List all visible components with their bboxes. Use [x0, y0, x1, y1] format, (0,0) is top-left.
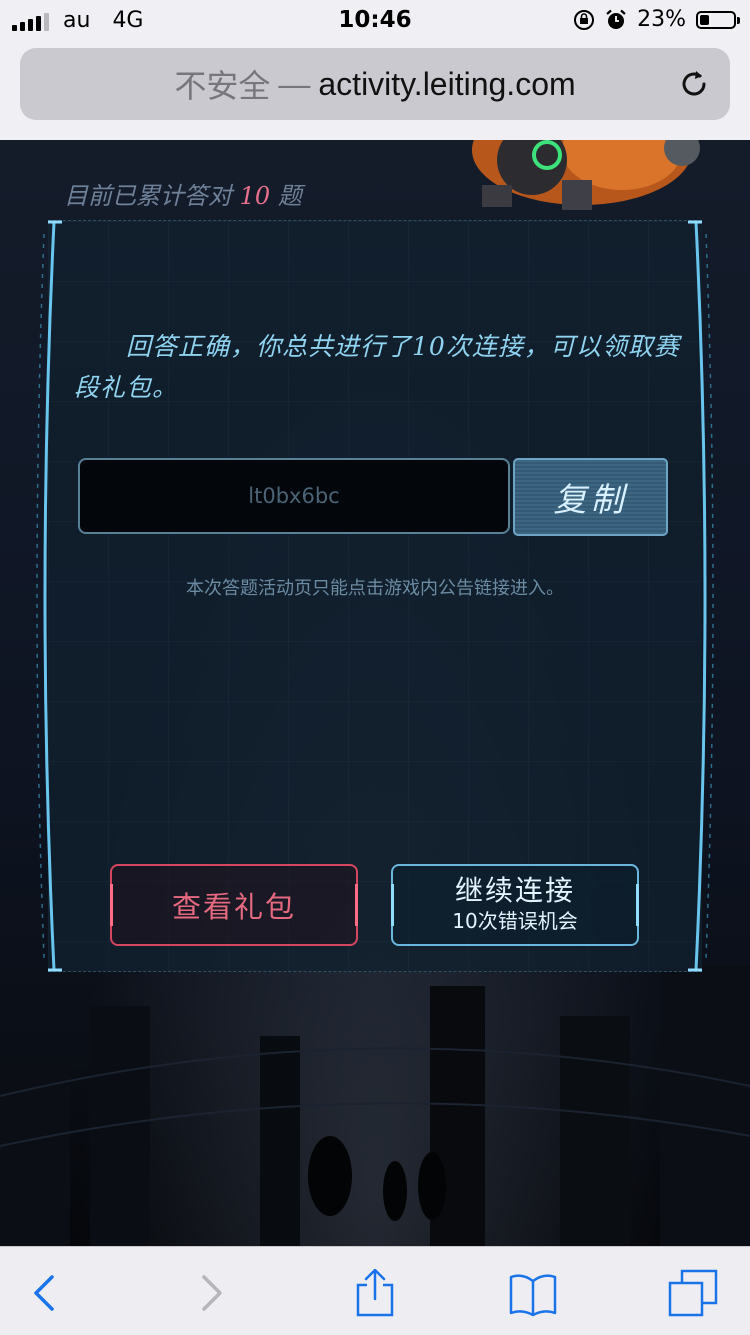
battery-percent: 23%: [637, 7, 686, 32]
counter-prefix: 目前已累计答对: [64, 182, 232, 210]
forward-icon[interactable]: [186, 1269, 236, 1317]
continue-label: 继续连接: [454, 874, 575, 907]
copy-button[interactable]: 复制: [513, 458, 668, 536]
orientation-lock-icon: [574, 9, 595, 30]
continue-connect-button[interactable]: 继续连接 10次错误机会: [391, 864, 639, 946]
correct-answer-counter: 目前已累计答对 10 题: [64, 176, 302, 211]
status-bar: au 4G 10:46 23%: [0, 0, 750, 40]
access-notice: 本次答题活动页只能点击游戏内公告链接进入。: [186, 578, 564, 599]
insecure-label: 不安全: [174, 68, 271, 104]
browser-toolbar: [0, 1246, 750, 1335]
counter-suffix: 题: [277, 182, 302, 210]
back-icon[interactable]: [20, 1269, 70, 1317]
browser-chrome: 不安全 — activity.leiting.com: [0, 40, 750, 140]
bookmarks-icon[interactable]: [508, 1269, 558, 1317]
address-bar[interactable]: 不安全 — activity.leiting.com: [20, 48, 730, 120]
robot-illustration: [472, 140, 700, 210]
gift-code-field[interactable]: lt0bx6bc: [78, 458, 510, 534]
battery-icon: [696, 10, 740, 29]
reload-icon[interactable]: [676, 66, 712, 102]
city-background-illustration: [0, 966, 750, 1246]
share-icon[interactable]: [350, 1269, 400, 1317]
web-content: 目前已累计答对 10 题 回答正确，你总共进行了10次连接，可以领取赛段礼包。 …: [0, 140, 750, 1246]
alarm-icon: [606, 9, 626, 29]
result-message: 回答正确，你总共进行了10次连接，可以领取赛段礼包。: [74, 332, 680, 402]
error-chances-label: 10次错误机会: [452, 909, 578, 933]
tabs-icon[interactable]: [668, 1269, 718, 1317]
url-host: activity.leiting.com: [318, 65, 576, 102]
view-gift-button[interactable]: 查看礼包: [110, 864, 358, 946]
counter-value: 10: [239, 182, 271, 210]
url-separator: —: [278, 65, 311, 102]
gift-code-value: lt0bx6bc: [248, 484, 340, 508]
